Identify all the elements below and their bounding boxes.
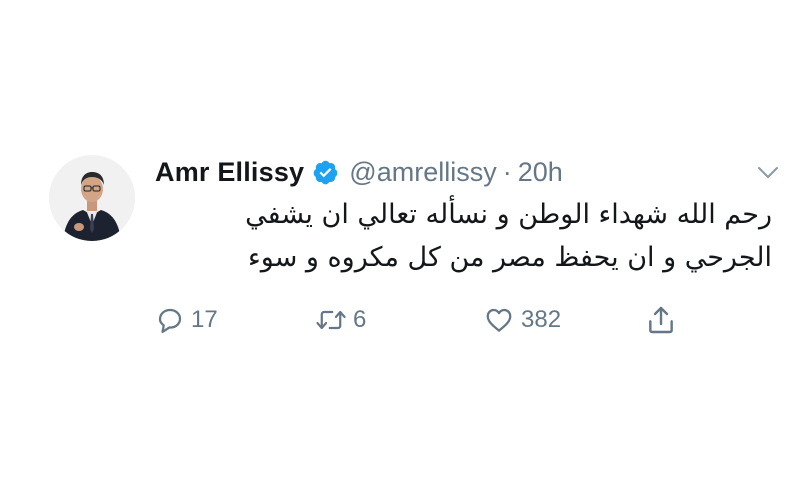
heart-icon [486,308,512,332]
share-icon [649,306,673,334]
tweet-card[interactable]: Amr Ellissy @amrellissy · 20h رحم الله ش… [0,0,800,500]
chevron-down-icon[interactable] [756,163,780,183]
reply-button[interactable]: 17 [155,300,218,340]
avatar-image [49,155,135,241]
like-count: 382 [521,306,562,333]
avatar[interactable] [49,155,135,241]
retweet-button[interactable]: 6 [315,300,366,340]
share-button[interactable] [645,300,677,340]
tweet-header: Amr Ellissy @amrellissy · 20h [155,154,563,190]
verified-badge-icon [313,160,338,184]
tweet-timestamp[interactable]: 20h [518,157,563,188]
tweet-text-line: رحم الله شهداء الوطن و نسأله تعالي ان يش… [245,199,772,230]
author-display-name[interactable]: Amr Ellissy [155,157,304,188]
header-separator: · [502,156,512,187]
tweet-text-line: الجرحي و ان يحفظ مصر من كل مكروه و سوء [248,242,772,273]
author-handle[interactable]: @amrellissy [349,157,496,188]
tweet-text: رحم الله شهداء الوطن و نسأله تعالي ان يش… [152,193,772,279]
reply-count: 17 [191,306,218,333]
retweet-icon [316,310,346,330]
retweet-count: 6 [353,306,367,333]
reply-icon [158,308,182,333]
tweet-actions: 17 6 382 [155,300,695,340]
like-button[interactable]: 382 [483,300,561,340]
